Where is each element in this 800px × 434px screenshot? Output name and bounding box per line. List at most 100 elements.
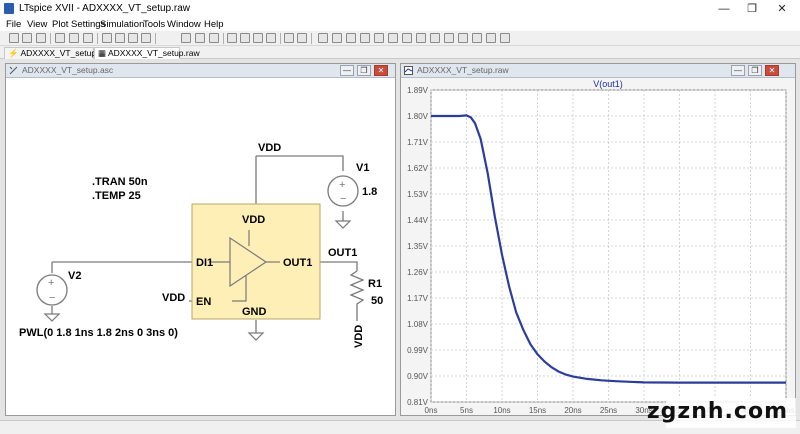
document-tab-bar: ⚡ ADXXXX_VT_setup.asc ▦ ADXXXX_VT_setup.… bbox=[0, 46, 800, 59]
ground-icon[interactable] bbox=[332, 33, 342, 43]
wire-vdd-v1 bbox=[256, 155, 344, 171]
tile-vertical-icon[interactable] bbox=[195, 33, 205, 43]
schematic-window-title: ADXXXX_VT_setup.asc bbox=[22, 65, 114, 75]
move-icon[interactable] bbox=[430, 33, 440, 43]
waveform-minimize-button[interactable]: — bbox=[731, 65, 745, 76]
schematic-window: ADXXXX_VT_setup.asc — ❐ ✕ + − + − VDD V1… bbox=[5, 63, 396, 416]
v2-value[interactable]: PWL(0 1.8 1ns 1.8 2ns 0 3ns 0) bbox=[19, 327, 178, 339]
pan-icon[interactable] bbox=[115, 33, 125, 43]
v1-value: 1.8 bbox=[362, 186, 377, 198]
control-panel-icon[interactable] bbox=[55, 33, 65, 43]
zoom-out-icon[interactable] bbox=[128, 33, 138, 43]
close-button[interactable]: ✕ bbox=[773, 2, 791, 16]
label-net-icon[interactable] bbox=[346, 33, 356, 43]
menu-plot-settings[interactable]: Plot Settings bbox=[52, 19, 105, 30]
zoom-fit-icon[interactable] bbox=[141, 33, 151, 43]
waveform-window-title-bar: ADXXXX_VT_setup.raw — ❐ ✕ bbox=[401, 64, 795, 78]
diode-icon[interactable] bbox=[402, 33, 412, 43]
run-icon[interactable] bbox=[69, 33, 79, 43]
v2-ground-icon bbox=[43, 313, 61, 322]
waveform-canvas[interactable]: 0.81V 0.90V 0.99V 1.08V 1.17V 1.26V 1.35V 1.44V… bbox=[401, 78, 795, 415]
cut-icon[interactable] bbox=[227, 33, 237, 43]
tab-waveform[interactable]: ▦ ADXXXX_VT_setup.raw bbox=[94, 47, 200, 59]
waveform-window-icon bbox=[404, 66, 413, 75]
y-tick-label: 1.08V bbox=[407, 320, 429, 329]
menu-file[interactable]: File bbox=[6, 19, 21, 30]
waveform-window-title: ADXXXX_VT_setup.raw bbox=[417, 65, 509, 75]
undo-icon[interactable] bbox=[458, 33, 468, 43]
ic-pin-en: EN bbox=[196, 296, 211, 308]
save-icon[interactable] bbox=[36, 33, 46, 43]
schematic-close-button[interactable]: ✕ bbox=[374, 65, 388, 76]
open-icon[interactable] bbox=[22, 33, 32, 43]
cascade-icon[interactable] bbox=[209, 33, 219, 43]
waveform-close-button[interactable]: ✕ bbox=[765, 65, 779, 76]
trace-label[interactable]: V(out1) bbox=[593, 79, 623, 89]
menu-simulation[interactable]: Simulation bbox=[100, 19, 144, 30]
schematic-restore-button[interactable]: ❐ bbox=[357, 65, 371, 76]
schematic-window-icon bbox=[9, 66, 18, 75]
x-tick-label: 25ns bbox=[600, 406, 617, 415]
inductor-icon[interactable] bbox=[388, 33, 398, 43]
menu-tools[interactable]: Tools bbox=[143, 19, 165, 30]
x-tick-label: 10ns bbox=[493, 406, 510, 415]
menu-window[interactable]: Window bbox=[167, 19, 201, 30]
toolbar-separator bbox=[280, 33, 281, 44]
print-preview-icon[interactable] bbox=[297, 33, 307, 43]
redo-icon[interactable] bbox=[472, 33, 482, 43]
toolbar-separator bbox=[50, 33, 51, 44]
drag-icon[interactable] bbox=[444, 33, 454, 43]
text-icon[interactable] bbox=[486, 33, 496, 43]
tran-directive[interactable]: .TRAN 50n bbox=[92, 176, 148, 188]
net-label-out1: OUT1 bbox=[328, 247, 357, 259]
menu-bar: File View Plot Settings Simulation Tools… bbox=[0, 18, 800, 31]
ltspice-app-icon bbox=[4, 3, 14, 14]
halt-icon[interactable] bbox=[83, 33, 93, 43]
y-tick-label: 1.17V bbox=[407, 294, 429, 303]
zoom-in-icon[interactable] bbox=[102, 33, 112, 43]
menu-view[interactable]: View bbox=[27, 19, 47, 30]
x-tick-label: 0ns bbox=[425, 406, 438, 415]
tab-waveform-label: ADXXXX_VT_setup.raw bbox=[107, 48, 200, 58]
v2-source[interactable]: + − bbox=[36, 274, 68, 306]
spice-directive-icon[interactable] bbox=[500, 33, 510, 43]
copy-icon[interactable] bbox=[240, 33, 250, 43]
tile-horizontal-icon[interactable] bbox=[181, 33, 191, 43]
net-label-vdd-bottom: VDD bbox=[353, 325, 365, 348]
print-icon[interactable] bbox=[284, 33, 294, 43]
ic-pin-gnd: GND bbox=[242, 306, 267, 318]
draw-wire-icon[interactable] bbox=[318, 33, 328, 43]
find-icon[interactable] bbox=[266, 33, 276, 43]
tab-schematic[interactable]: ⚡ ADXXXX_VT_setup.asc bbox=[4, 47, 112, 59]
ic-pin-vdd: VDD bbox=[242, 214, 265, 226]
schematic-canvas[interactable]: + − + − VDD V1 1.8 .TRAN 50n .TEMP 25 V2… bbox=[6, 78, 395, 415]
x-tick-label: 15ns bbox=[529, 406, 546, 415]
r1-resistor[interactable] bbox=[349, 270, 365, 308]
menu-help[interactable]: Help bbox=[204, 19, 224, 30]
mdi-workspace: ADXXXX_VT_setup.asc — ❐ ✕ + − + − VDD V1… bbox=[0, 59, 800, 420]
new-schematic-icon[interactable] bbox=[9, 33, 19, 43]
schematic-minimize-button[interactable]: — bbox=[340, 65, 354, 76]
component-icon[interactable] bbox=[416, 33, 426, 43]
svg-text:−: − bbox=[340, 193, 346, 205]
minimize-button[interactable]: — bbox=[715, 2, 733, 16]
maximize-button[interactable]: ❐ bbox=[743, 2, 761, 16]
toolbar-separator bbox=[311, 33, 312, 44]
x-tick-label: 5ns bbox=[460, 406, 473, 415]
ltspice-app: LTspice XVII - ADXXXX_VT_setup.raw — ❐ ✕… bbox=[0, 0, 800, 434]
v1-ground-icon bbox=[334, 220, 352, 229]
waveform-plot[interactable]: 0.81V0.90V0.99V1.08V1.17V1.26V1.35V1.44V… bbox=[401, 78, 795, 415]
temp-directive[interactable]: .TEMP 25 bbox=[92, 190, 141, 202]
y-tick-label: 1.53V bbox=[407, 190, 429, 199]
resistor-icon[interactable] bbox=[360, 33, 370, 43]
window-title: LTspice XVII - ADXXXX_VT_setup.raw bbox=[19, 3, 191, 14]
capacitor-icon[interactable] bbox=[374, 33, 384, 43]
schematic-drawing[interactable]: + − + − VDD V1 1.8 .TRAN 50n .TEMP 25 V2… bbox=[6, 78, 395, 415]
x-tick-label: 20ns bbox=[564, 406, 581, 415]
waveform-restore-button[interactable]: ❐ bbox=[748, 65, 762, 76]
y-tick-label: 1.71V bbox=[407, 138, 429, 147]
paste-icon[interactable] bbox=[253, 33, 263, 43]
v1-source[interactable]: + − bbox=[327, 175, 359, 207]
y-tick-label: 0.90V bbox=[407, 372, 429, 381]
waveform-icon: ▦ bbox=[98, 48, 107, 58]
